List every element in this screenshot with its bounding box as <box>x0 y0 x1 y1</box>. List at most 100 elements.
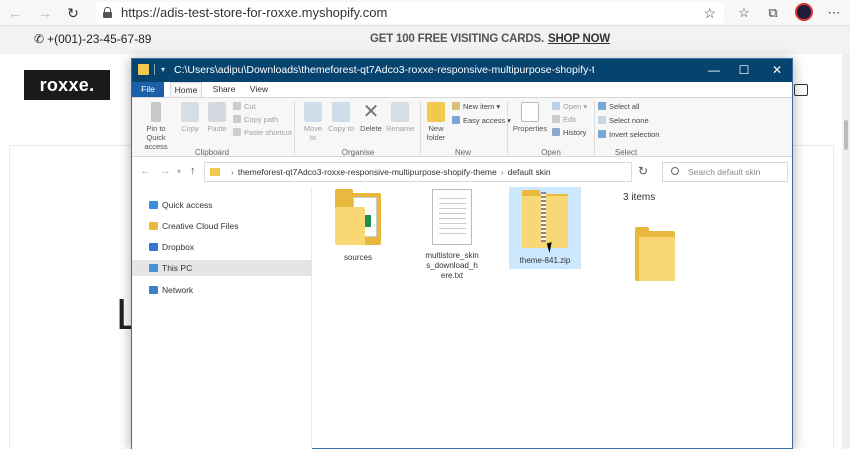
path-input[interactable]: › themeforest-qt7Adco3-roxxe-responsive-m… <box>204 162 632 182</box>
cut-button[interactable]: Cut <box>233 101 256 112</box>
path-separator: › <box>231 167 234 177</box>
invert-selection-icon <box>598 130 606 138</box>
nav-item-network[interactable]: Network <box>132 282 312 298</box>
select-none-icon <box>598 116 606 124</box>
group-separator <box>294 101 295 155</box>
address-bar[interactable]: https://adis-test-store-for-roxxe.myshop… <box>96 2 724 24</box>
history-button[interactable]: History <box>552 127 586 138</box>
group-label-organise: Organise <box>341 148 375 157</box>
minimize-button[interactable]: — <box>705 62 723 78</box>
delete-label: Delete <box>360 124 382 133</box>
select-none-label: Select none <box>609 116 649 125</box>
rename-button[interactable]: Rename <box>386 102 414 133</box>
delete-button[interactable]: ✕ Delete <box>358 102 384 133</box>
properties-icon <box>521 102 539 122</box>
favorite-star-icon[interactable]: ☆ <box>703 2 716 24</box>
paste-shortcut-icon <box>233 128 241 136</box>
select-all-icon <box>598 102 606 110</box>
nav-item-quick-access[interactable]: Quick access <box>132 197 312 213</box>
scissors-icon <box>233 102 241 110</box>
copy-to-button[interactable]: Copy to <box>328 102 354 133</box>
close-button[interactable]: ✕ <box>768 62 786 78</box>
url-text: https://adis-test-store-for-roxxe.myshop… <box>121 5 388 20</box>
copy-path-button[interactable]: Copy path <box>233 114 278 125</box>
ribbon-home: Pin to Quick access Copy Paste Cut Copy … <box>132 97 792 157</box>
phone-number: +(001)-23-45-67-89 <box>47 32 152 46</box>
nav-item-this-pc[interactable]: This PC <box>132 260 312 276</box>
refresh-icon[interactable]: ↻ <box>64 4 82 22</box>
nav-item-dropbox[interactable]: Dropbox <box>132 239 312 255</box>
copy-label: Copy <box>181 124 199 133</box>
new-item-button[interactable]: New item ▾ <box>452 101 500 112</box>
nav-label: Network <box>162 285 194 295</box>
select-none-button[interactable]: Select none <box>598 115 649 126</box>
tab-file[interactable]: File <box>132 82 164 97</box>
back-arrow-icon[interactable]: ← <box>6 4 24 22</box>
page-scrollbar[interactable] <box>842 54 850 449</box>
file-item-txt[interactable]: multistore_skins_download_here.txt <box>420 189 484 289</box>
forward-arrow-icon[interactable]: → <box>36 4 54 22</box>
search-input[interactable]: Search default skin <box>662 162 788 182</box>
store-phone[interactable]: ✆ +(001)-23-45-67-89 <box>34 32 151 46</box>
breadcrumb-segment[interactable]: default skin <box>508 167 551 177</box>
paste-label: Paste <box>207 124 227 133</box>
select-all-button[interactable]: Select all <box>598 101 639 112</box>
search-placeholder: Search default skin <box>688 167 761 177</box>
easy-access-icon <box>452 116 460 124</box>
copy-to-icon <box>332 102 350 122</box>
pin-quick-access-button[interactable]: Pin to Quick access <box>136 102 176 151</box>
collections-icon[interactable]: ⧉ <box>764 4 782 22</box>
path-separator: › <box>500 167 504 177</box>
back-arrow-icon[interactable]: ← <box>140 165 151 177</box>
paste-button[interactable]: Paste <box>205 102 229 133</box>
cart-icon[interactable] <box>794 84 808 96</box>
forward-arrow-icon[interactable]: → <box>160 165 171 177</box>
copy-icon <box>181 102 199 122</box>
page-scrollbar-thumb[interactable] <box>844 120 848 150</box>
copy-button[interactable]: Copy <box>178 102 202 133</box>
edit-button[interactable]: Edit <box>552 114 576 125</box>
file-item-sources[interactable]: sources <box>326 189 390 269</box>
more-menu-icon[interactable]: ⋯ <box>825 4 843 22</box>
edit-icon <box>552 115 560 123</box>
folder-preview <box>632 227 678 283</box>
group-label-clipboard: Clipboard <box>194 148 230 157</box>
explorer-address-bar: ← → ▾ ↑ › themeforest-qt7Adco3-roxxe-resp… <box>132 157 792 187</box>
invert-selection-button[interactable]: Invert selection <box>598 129 659 140</box>
group-separator <box>420 101 421 155</box>
new-folder-button[interactable]: New folder <box>423 102 449 142</box>
tab-home[interactable]: Home <box>170 82 202 97</box>
easy-access-button[interactable]: Easy access ▾ <box>452 115 511 126</box>
nav-item-creative-cloud[interactable]: Creative Cloud Files <box>132 218 312 234</box>
pin-label: Pin to Quick access <box>144 124 168 151</box>
edit-label: Edit <box>563 115 576 124</box>
maximize-button[interactable]: ☐ <box>735 62 753 78</box>
browser-toolbar: ← → ↻ https://adis-test-store-for-roxxe.… <box>0 0 850 26</box>
group-label-open: Open <box>541 148 561 157</box>
paste-shortcut-button[interactable]: Paste shortcut <box>233 127 292 138</box>
breadcrumb-segment[interactable]: themeforest-qt7Adco3-roxxe-responsive-mu… <box>238 167 497 177</box>
file-explorer-window: ▾ C:\Users\adipu\Downloads\themeforest-q… <box>131 58 793 449</box>
move-to-button[interactable]: Move to <box>300 102 326 142</box>
refresh-icon[interactable]: ↻ <box>638 164 648 178</box>
open-button[interactable]: Open ▾ <box>552 101 587 112</box>
shop-now-link[interactable]: SHOP NOW <box>548 33 610 45</box>
group-label-select: Select <box>614 148 638 157</box>
nav-label: Creative Cloud Files <box>162 221 239 231</box>
explorer-titlebar[interactable]: ▾ C:\Users\adipu\Downloads\themeforest-q… <box>132 59 792 82</box>
store-logo[interactable]: roxxe. <box>24 70 110 100</box>
paste-icon <box>208 102 226 122</box>
recent-locations-icon[interactable]: ▾ <box>177 167 181 176</box>
favorites-icon[interactable]: ☆ <box>735 4 753 22</box>
file-item-zip[interactable]: theme-841.zip <box>509 187 581 269</box>
quick-access-dropdown-icon[interactable]: ▾ <box>161 65 172 76</box>
network-icon <box>149 286 158 294</box>
up-arrow-icon[interactable]: ↑ <box>190 165 196 177</box>
profile-avatar-icon[interactable] <box>795 3 813 21</box>
navigation-pane: Quick access Creative Cloud Files Dropbo… <box>132 187 312 449</box>
tab-view[interactable]: View <box>244 82 274 97</box>
properties-button[interactable]: Properties <box>512 102 548 133</box>
search-icon <box>671 167 679 175</box>
select-all-label: Select all <box>609 102 640 111</box>
tab-share[interactable]: Share <box>208 82 240 97</box>
